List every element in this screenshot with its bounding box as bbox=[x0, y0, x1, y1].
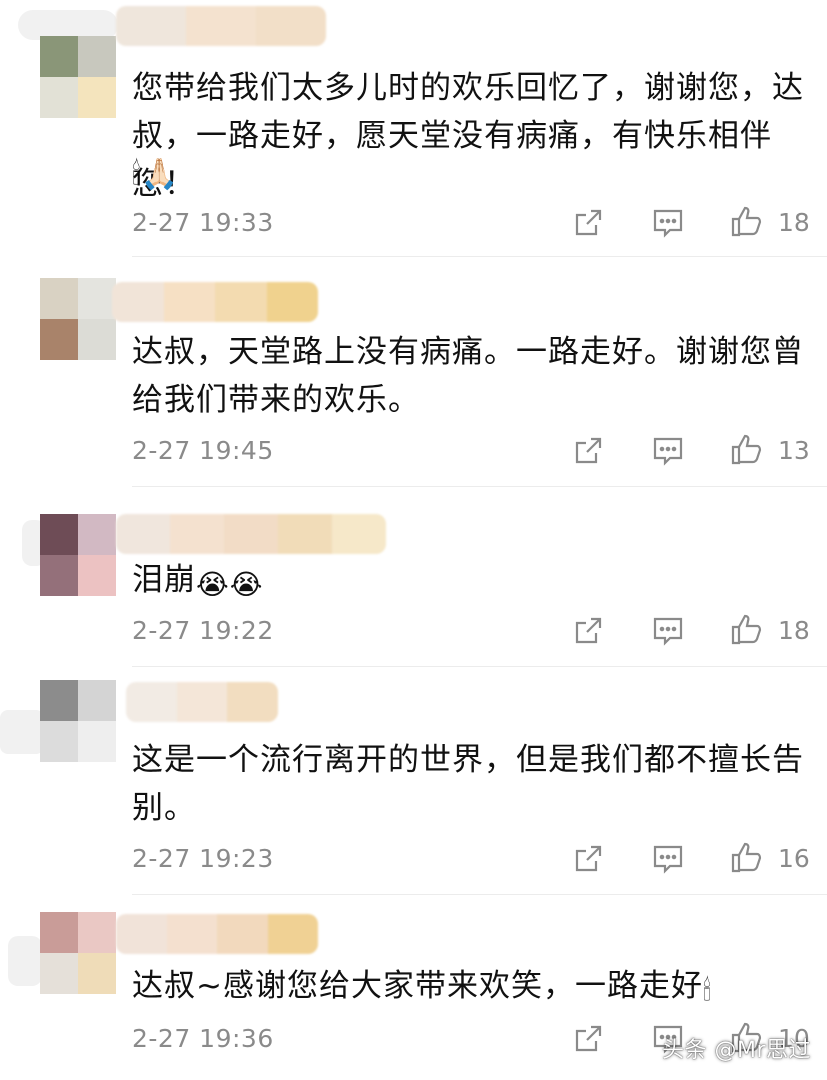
thumbs-up-icon[interactable] bbox=[730, 612, 764, 646]
comment-icon[interactable] bbox=[651, 842, 685, 876]
comment-emojis: 🕯🙏🏻 bbox=[132, 157, 178, 192]
like-count: 16 bbox=[778, 844, 810, 873]
share-icon[interactable] bbox=[571, 842, 605, 876]
divider bbox=[132, 894, 827, 895]
comment-time: 2-27 19:45 bbox=[132, 436, 274, 465]
comment-icon[interactable] bbox=[651, 614, 685, 648]
share-icon[interactable] bbox=[571, 614, 605, 648]
username-blurred[interactable] bbox=[116, 514, 386, 554]
comment-icon[interactable] bbox=[651, 206, 685, 240]
comment-text: 您带给我们太多儿时的欢乐回忆了，谢谢您，达叔，一路走好，愿天堂没有病痛，有快乐相… bbox=[132, 70, 804, 202]
share-icon[interactable] bbox=[571, 434, 605, 468]
like-count: 18 bbox=[778, 616, 810, 645]
username-blurred[interactable] bbox=[112, 282, 318, 322]
watermark: 头条 @Mr思过 bbox=[661, 1038, 811, 1063]
divider bbox=[132, 256, 827, 257]
username-blurred[interactable] bbox=[116, 914, 318, 954]
avatar-blur-halo bbox=[0, 710, 44, 754]
username-blurred[interactable] bbox=[116, 6, 326, 46]
avatar[interactable] bbox=[40, 36, 116, 118]
comment-time: 2-27 19:22 bbox=[132, 616, 274, 645]
share-icon[interactable] bbox=[571, 206, 605, 240]
divider bbox=[132, 666, 827, 667]
crying-emoji: 😭😭 bbox=[196, 568, 264, 601]
thumbs-up-icon[interactable] bbox=[730, 432, 764, 466]
candle-emoji: 🕯 bbox=[702, 974, 712, 1007]
like-count: 13 bbox=[778, 436, 810, 465]
comment-text: 泪崩😭😭 bbox=[132, 562, 264, 601]
comment-time: 2-27 19:23 bbox=[132, 844, 274, 873]
username-blurred[interactable] bbox=[126, 682, 278, 722]
avatar[interactable] bbox=[40, 514, 116, 596]
comment-time: 2-27 19:33 bbox=[132, 208, 274, 237]
divider bbox=[132, 486, 827, 487]
comment-icon[interactable] bbox=[651, 434, 685, 468]
comment-text: 达叔~感谢您给大家带来欢笑，一路走好🕯 bbox=[132, 968, 712, 1007]
share-icon[interactable] bbox=[571, 1022, 605, 1056]
thumbs-up-icon[interactable] bbox=[730, 204, 764, 238]
comment-time: 2-27 19:36 bbox=[132, 1024, 274, 1053]
thumbs-up-icon[interactable] bbox=[730, 840, 764, 874]
avatar[interactable] bbox=[40, 912, 116, 994]
comment-text: 这是一个流行离开的世界，但是我们都不擅长告别。 bbox=[132, 742, 804, 826]
avatar[interactable] bbox=[40, 278, 116, 360]
avatar-blur-halo bbox=[8, 936, 42, 986]
comment-text: 达叔，天堂路上没有病痛。一路走好。谢谢您曾给我们带来的欢乐。 bbox=[132, 334, 804, 418]
like-count: 18 bbox=[778, 208, 810, 237]
comment-feed: 您带给我们太多儿时的欢乐回忆了，谢谢您，达叔，一路走好，愿天堂没有病痛，有快乐相… bbox=[0, 0, 827, 1080]
avatar[interactable] bbox=[40, 680, 116, 762]
